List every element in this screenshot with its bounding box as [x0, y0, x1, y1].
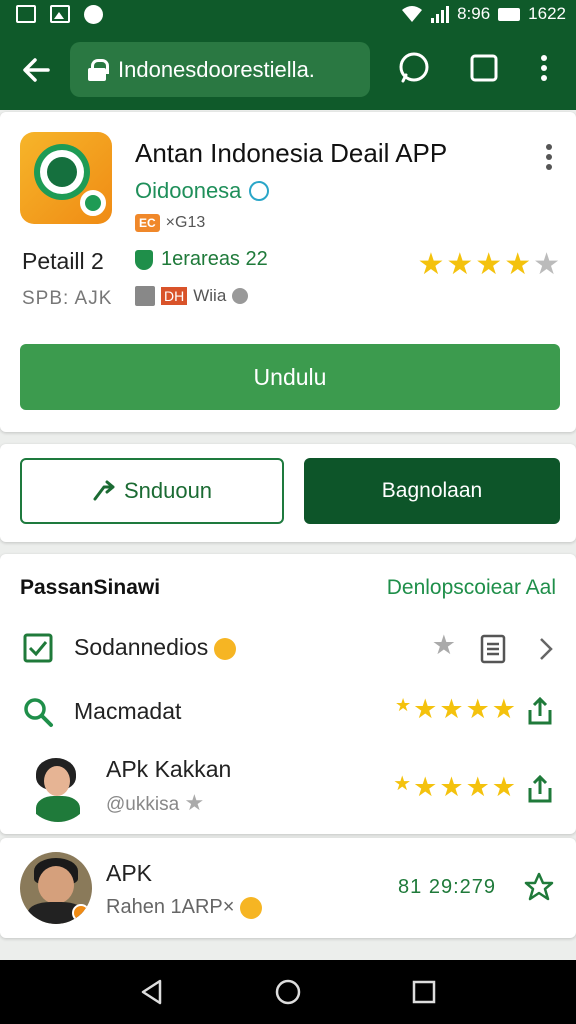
- rating-label: Petaill 2: [22, 248, 104, 274]
- share-icon[interactable]: [526, 696, 554, 726]
- star-icon: ★: [394, 695, 412, 715]
- tag-square-icon: [135, 286, 155, 306]
- screenshot-icon: [16, 5, 36, 23]
- back-nav-icon[interactable]: [138, 978, 166, 1006]
- tag-red-badge: DH: [161, 287, 188, 305]
- item-subtitle: Rahen 1ARP×: [106, 896, 263, 919]
- status-bar: 8:96 1622: [0, 0, 576, 30]
- star-outline-icon[interactable]: [524, 872, 554, 902]
- app-title: Antan Indonesia Deail APP: [135, 138, 448, 168]
- star-icon: ★: [465, 694, 490, 724]
- reviewer-name: APk Kakkan: [106, 756, 232, 782]
- install-label: Undulu: [253, 363, 327, 390]
- star-icon: ★: [417, 248, 445, 281]
- wifi-icon: [402, 6, 423, 22]
- developer-line[interactable]: Oidoonesa: [135, 178, 270, 204]
- avatar[interactable]: [20, 852, 92, 924]
- emoji-icon: [214, 637, 237, 660]
- star-icon: ★: [465, 772, 490, 802]
- item-subtitle-text: Rahen 1ARP×: [106, 896, 235, 918]
- list-item[interactable]: Sodannedios ★: [0, 618, 576, 678]
- system-nav-bar: [0, 960, 576, 1024]
- half-star-icon: ★: [533, 248, 560, 281]
- star-icon: ★: [393, 773, 412, 795]
- list-item-text: Sodannedios: [74, 634, 209, 660]
- star-outline-icon: ★: [184, 790, 205, 815]
- signal-icon: [431, 5, 450, 23]
- url-bar[interactable]: Indonesdoorestiella.: [70, 42, 370, 97]
- primary-action-button[interactable]: Bagnolaan: [304, 458, 560, 524]
- clock: 1622: [528, 4, 566, 23]
- url-text: Indonesdoorestiella.: [118, 56, 315, 82]
- tabs-icon[interactable]: [466, 50, 502, 86]
- reviews-count: 1erareas 22: [161, 248, 268, 270]
- size-label: SPB: AJK: [22, 288, 113, 309]
- badge-line: EC ×G13: [135, 214, 205, 232]
- list-item[interactable]: APk Kakkan @ukkisa ★ ★ ★ ★ ★ ★: [0, 746, 576, 830]
- star-icon: ★: [491, 694, 516, 724]
- battery-icon: [498, 7, 521, 21]
- badge-extra: ×G13: [165, 214, 206, 231]
- list-item-label: Sodannedios: [74, 634, 237, 661]
- star-icon: ★: [504, 248, 532, 281]
- star-icon: ★: [475, 248, 503, 281]
- last-list-card[interactable]: APK Rahen 1ARP× 81 29:279: [0, 838, 576, 938]
- shield-icon: [135, 249, 153, 270]
- notification-icon: [84, 5, 103, 24]
- star-icon: ★: [439, 694, 464, 724]
- share-icon[interactable]: [526, 774, 554, 804]
- item-name: APK: [106, 860, 153, 886]
- primary-action-label: Bagnolaan: [381, 479, 483, 502]
- share-arrow-icon: [93, 480, 115, 501]
- secondary-action-button[interactable]: Snduoun: [20, 458, 284, 524]
- app-more-icon[interactable]: [546, 144, 554, 172]
- signal-text: 8:96: [457, 4, 491, 23]
- reviewer-rating-stars: ★ ★ ★ ★ ★: [393, 774, 516, 801]
- list-card: PassanSinawi Denlopscoiear Aal Sodannedi…: [0, 554, 576, 834]
- item-timestamp: 81 29:279: [398, 876, 496, 898]
- app-logo-icon[interactable]: [20, 132, 112, 224]
- reviewer-handle: @ukkisa ★: [106, 792, 204, 816]
- age-badge: EC: [135, 214, 160, 232]
- verified-icon: [249, 181, 270, 201]
- actions-card: Snduoun Bagnolaan: [0, 444, 576, 542]
- browser-toolbar: Indonesdoorestiella.: [0, 30, 576, 110]
- list-item[interactable]: Macmadat ★ ★ ★ ★ ★: [0, 682, 576, 742]
- search-icon: [24, 698, 53, 727]
- secondary-action-label: Snduoun: [123, 478, 213, 503]
- home-nav-icon[interactable]: [274, 978, 302, 1006]
- recents-nav-icon[interactable]: [410, 978, 438, 1006]
- row-rating-stars: ★ ★ ★ ★ ★: [395, 696, 516, 723]
- avatar[interactable]: [24, 754, 92, 822]
- list-link[interactable]: Denlopscoiear Aal: [387, 576, 556, 600]
- document-icon[interactable]: [480, 634, 506, 664]
- reviews-line: 1erareas 22: [135, 248, 268, 271]
- lock-icon: [88, 58, 109, 81]
- checkbox-icon[interactable]: [22, 632, 54, 664]
- tag-line: DH Wiia: [135, 286, 249, 306]
- list-heading: PassanSinawi: [20, 576, 161, 599]
- chevron-right-icon[interactable]: [538, 636, 554, 662]
- info-icon[interactable]: [232, 288, 249, 304]
- whatsapp-share-icon[interactable]: [396, 50, 432, 86]
- list-item-label: Macmadat: [74, 698, 182, 724]
- menu-more-icon[interactable]: [526, 50, 562, 86]
- gallery-icon: [50, 5, 70, 23]
- star-icon: ★: [491, 772, 516, 802]
- back-arrow-icon[interactable]: [20, 54, 52, 86]
- reviewer-handle-text: @ukkisa: [106, 794, 180, 815]
- star-icon: ★: [446, 248, 474, 281]
- emoji-icon: [240, 896, 263, 919]
- developer-name: Oidoonesa: [135, 178, 242, 203]
- star-icon: ★: [413, 772, 438, 802]
- star-icon: ★: [413, 694, 438, 724]
- app-rating-stars: ★ ★ ★ ★ ★: [417, 250, 560, 280]
- star-outline-icon[interactable]: ★: [432, 632, 456, 659]
- star-icon: ★: [439, 772, 464, 802]
- app-card: Antan Indonesia Deail APP Oidoonesa EC ×…: [0, 112, 576, 432]
- tag-text: Wiia: [193, 286, 227, 305]
- install-button[interactable]: Undulu: [20, 344, 560, 410]
